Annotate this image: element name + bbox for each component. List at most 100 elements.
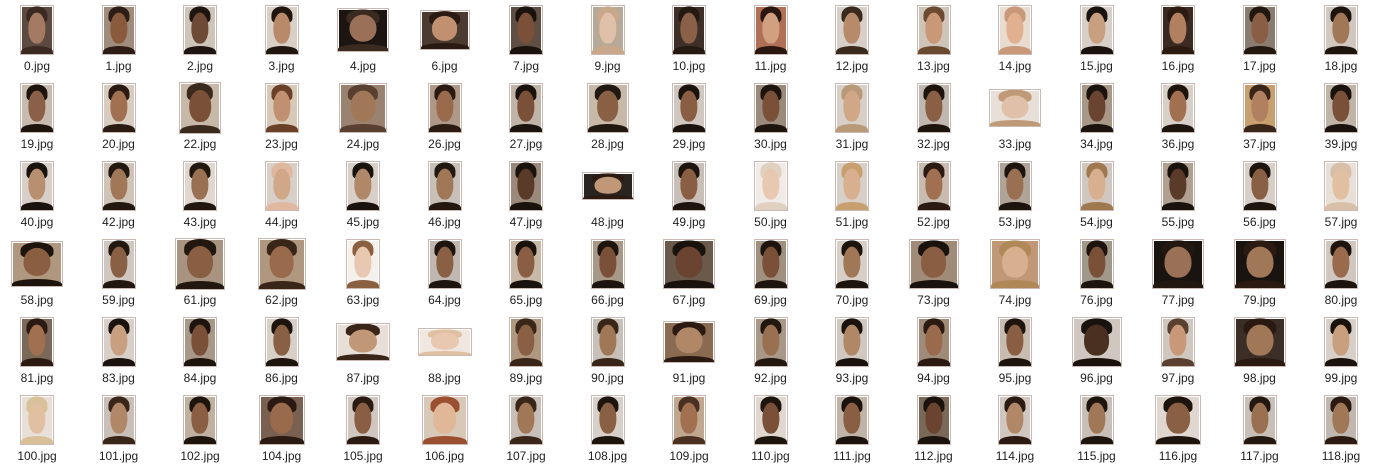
- file-item[interactable]: 73.jpg: [897, 238, 971, 310]
- file-item[interactable]: 94.jpg: [897, 316, 971, 388]
- file-item[interactable]: 14.jpg: [978, 4, 1052, 76]
- file-item[interactable]: 62.jpg: [245, 238, 319, 310]
- file-item[interactable]: 93.jpg: [815, 316, 889, 388]
- file-item[interactable]: 65.jpg: [489, 238, 563, 310]
- file-item[interactable]: 100.jpg: [0, 394, 74, 466]
- file-item[interactable]: 117.jpg: [1223, 394, 1297, 466]
- file-item[interactable]: 92.jpg: [734, 316, 808, 388]
- file-item[interactable]: 37.jpg: [1223, 82, 1297, 154]
- file-item[interactable]: 0.jpg: [0, 4, 74, 76]
- file-item[interactable]: 3.jpg: [245, 4, 319, 76]
- file-item[interactable]: 79.jpg: [1223, 238, 1297, 310]
- file-item[interactable]: 31.jpg: [815, 82, 889, 154]
- file-item[interactable]: 26.jpg: [408, 82, 482, 154]
- file-item[interactable]: 81.jpg: [0, 316, 74, 388]
- file-item[interactable]: 15.jpg: [1060, 4, 1134, 76]
- file-item[interactable]: 29.jpg: [652, 82, 726, 154]
- file-item[interactable]: 4.jpg: [326, 4, 400, 76]
- file-item[interactable]: 80.jpg: [1304, 238, 1378, 310]
- file-item[interactable]: 43.jpg: [163, 160, 237, 232]
- file-item[interactable]: 109.jpg: [652, 394, 726, 466]
- file-item[interactable]: 76.jpg: [1060, 238, 1134, 310]
- file-item[interactable]: 10.jpg: [652, 4, 726, 76]
- file-item[interactable]: 115.jpg: [1060, 394, 1134, 466]
- file-item[interactable]: 34.jpg: [1060, 82, 1134, 154]
- file-item[interactable]: 84.jpg: [163, 316, 237, 388]
- file-item[interactable]: 96.jpg: [1060, 316, 1134, 388]
- file-item[interactable]: 105.jpg: [326, 394, 400, 466]
- file-item[interactable]: 56.jpg: [1223, 160, 1297, 232]
- file-item[interactable]: 66.jpg: [571, 238, 645, 310]
- file-item[interactable]: 11.jpg: [734, 4, 808, 76]
- file-item[interactable]: 111.jpg: [815, 394, 889, 466]
- file-item[interactable]: 116.jpg: [1141, 394, 1215, 466]
- file-item[interactable]: 28.jpg: [571, 82, 645, 154]
- file-item[interactable]: 9.jpg: [571, 4, 645, 76]
- file-item[interactable]: 44.jpg: [245, 160, 319, 232]
- file-item[interactable]: 88.jpg: [408, 316, 482, 388]
- file-item[interactable]: 45.jpg: [326, 160, 400, 232]
- file-item[interactable]: 51.jpg: [815, 160, 889, 232]
- file-item[interactable]: 70.jpg: [815, 238, 889, 310]
- file-item[interactable]: 32.jpg: [897, 82, 971, 154]
- file-item[interactable]: 101.jpg: [82, 394, 156, 466]
- file-item[interactable]: 52.jpg: [897, 160, 971, 232]
- file-item[interactable]: 23.jpg: [245, 82, 319, 154]
- file-item[interactable]: 7.jpg: [489, 4, 563, 76]
- file-item[interactable]: 46.jpg: [408, 160, 482, 232]
- file-item[interactable]: 20.jpg: [82, 82, 156, 154]
- file-item[interactable]: 87.jpg: [326, 316, 400, 388]
- file-item[interactable]: 61.jpg: [163, 238, 237, 310]
- file-item[interactable]: 1.jpg: [82, 4, 156, 76]
- file-item[interactable]: 108.jpg: [571, 394, 645, 466]
- file-item[interactable]: 2.jpg: [163, 4, 237, 76]
- file-item[interactable]: 49.jpg: [652, 160, 726, 232]
- file-item[interactable]: 104.jpg: [245, 394, 319, 466]
- file-item[interactable]: 86.jpg: [245, 316, 319, 388]
- file-item[interactable]: 95.jpg: [978, 316, 1052, 388]
- file-item[interactable]: 67.jpg: [652, 238, 726, 310]
- file-item[interactable]: 63.jpg: [326, 238, 400, 310]
- file-item[interactable]: 19.jpg: [0, 82, 74, 154]
- file-item[interactable]: 118.jpg: [1304, 394, 1378, 466]
- file-item[interactable]: 102.jpg: [163, 394, 237, 466]
- file-item[interactable]: 107.jpg: [489, 394, 563, 466]
- file-item[interactable]: 22.jpg: [163, 82, 237, 154]
- file-item[interactable]: 12.jpg: [815, 4, 889, 76]
- file-item[interactable]: 90.jpg: [571, 316, 645, 388]
- file-item[interactable]: 16.jpg: [1141, 4, 1215, 76]
- file-item[interactable]: 91.jpg: [652, 316, 726, 388]
- file-item[interactable]: 30.jpg: [734, 82, 808, 154]
- file-item[interactable]: 97.jpg: [1141, 316, 1215, 388]
- file-item[interactable]: 50.jpg: [734, 160, 808, 232]
- file-item[interactable]: 59.jpg: [82, 238, 156, 310]
- file-item[interactable]: 110.jpg: [734, 394, 808, 466]
- file-item[interactable]: 40.jpg: [0, 160, 74, 232]
- file-item[interactable]: 53.jpg: [978, 160, 1052, 232]
- file-item[interactable]: 58.jpg: [0, 238, 74, 310]
- file-item[interactable]: 89.jpg: [489, 316, 563, 388]
- file-item[interactable]: 64.jpg: [408, 238, 482, 310]
- file-item[interactable]: 98.jpg: [1223, 316, 1297, 388]
- file-item[interactable]: 27.jpg: [489, 82, 563, 154]
- file-item[interactable]: 99.jpg: [1304, 316, 1378, 388]
- file-item[interactable]: 33.jpg: [978, 82, 1052, 154]
- file-item[interactable]: 54.jpg: [1060, 160, 1134, 232]
- file-item[interactable]: 18.jpg: [1304, 4, 1378, 76]
- file-item[interactable]: 74.jpg: [978, 238, 1052, 310]
- file-item[interactable]: 42.jpg: [82, 160, 156, 232]
- file-item[interactable]: 114.jpg: [978, 394, 1052, 466]
- file-item[interactable]: 55.jpg: [1141, 160, 1215, 232]
- file-item[interactable]: 24.jpg: [326, 82, 400, 154]
- file-item[interactable]: 48.jpg: [571, 160, 645, 232]
- file-item[interactable]: 83.jpg: [82, 316, 156, 388]
- file-item[interactable]: 39.jpg: [1304, 82, 1378, 154]
- file-item[interactable]: 112.jpg: [897, 394, 971, 466]
- file-item[interactable]: 106.jpg: [408, 394, 482, 466]
- file-item[interactable]: 17.jpg: [1223, 4, 1297, 76]
- file-item[interactable]: 6.jpg: [408, 4, 482, 76]
- file-item[interactable]: 69.jpg: [734, 238, 808, 310]
- file-item[interactable]: 13.jpg: [897, 4, 971, 76]
- file-item[interactable]: 47.jpg: [489, 160, 563, 232]
- file-item[interactable]: 77.jpg: [1141, 238, 1215, 310]
